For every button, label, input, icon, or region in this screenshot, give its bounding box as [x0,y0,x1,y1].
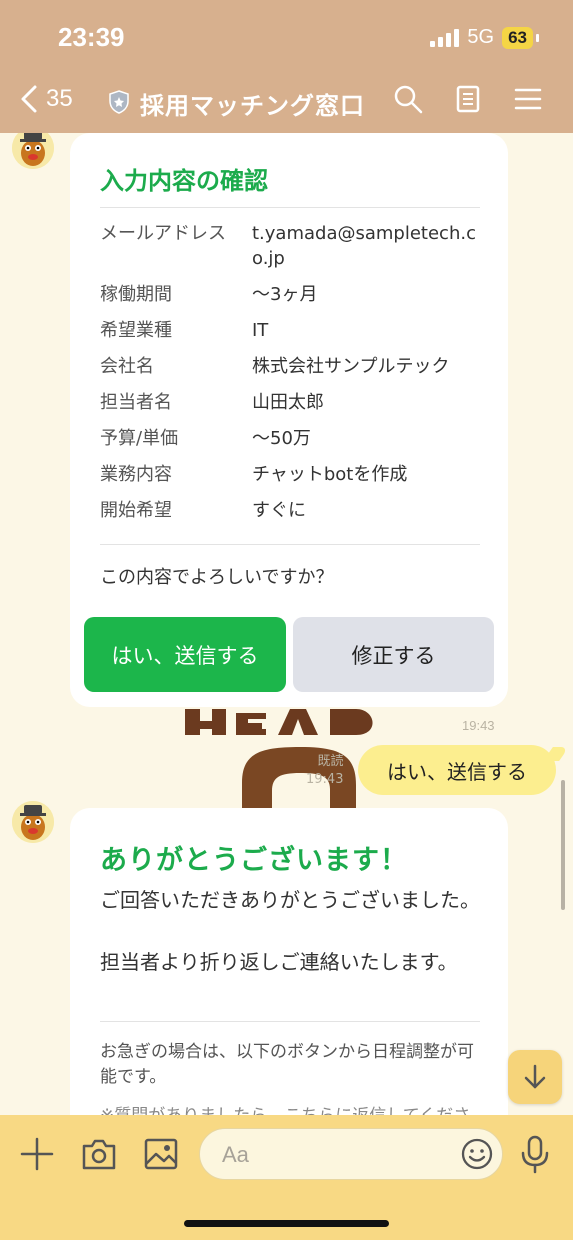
mic-icon[interactable] [518,1134,552,1174]
message-input-box[interactable] [199,1128,503,1180]
row-label: 会社名 [100,356,154,377]
row-value: IT [252,320,269,341]
row-task: 業務内容 チャットbotを作成 [100,462,480,487]
sticker-time: 19:43 [462,718,495,733]
plus-icon[interactable] [18,1136,56,1172]
status-time: 23:39 [58,22,125,52]
row-label: 担当者名 [100,392,172,413]
chat-name: 採用マッチング窓口 [140,92,365,120]
my-message-bubble[interactable]: はい、送信する [358,745,556,795]
status-indicators: 5G 63 [430,26,539,49]
shield-icon [108,89,130,118]
message-input[interactable] [220,1139,444,1171]
row-company: 会社名 株式会社サンプルテック [100,354,480,379]
row-value: すぐに [252,500,306,521]
confirm-card: 入力内容の確認 メールアドレス t.yamada@sampletech.co.jp… [70,133,508,707]
confirm-rows: メールアドレス t.yamada@sampletech.co.jp 稼働期間 〜3ヶ… [100,221,480,523]
row-industry: 希望業種 IT [100,318,480,343]
row-value: 株式会社サンプルテック [252,356,450,377]
thanks-title: ありがとうございます！ [100,845,408,876]
back-chevron-icon [21,85,37,113]
top-bar: 23:39 5G 63 35 採用マッチング窓口 [0,0,573,133]
row-value: t.yamada@sampletech.co.jp [252,223,476,269]
input-actions [18,1136,180,1172]
scrollbar[interactable] [561,780,565,910]
network-type: 5G [467,26,495,48]
divider [100,207,480,208]
divider [100,544,480,545]
row-label: 希望業種 [100,320,172,341]
read-receipt: 既読 19:43 [306,753,343,789]
battery-tip [536,33,539,42]
arrow-down-icon [524,1064,546,1089]
thanks-line1: ご回答いただきありがとうございました。 [100,888,480,912]
row-budget: 予算/単価 〜50万 [100,426,480,451]
row-label: 業務内容 [100,464,172,485]
chat-title[interactable]: 採用マッチング窓口 [108,86,365,121]
header-actions [393,84,543,114]
message-time: 19:43 [306,772,344,787]
row-value: チャットbotを作成 [252,464,408,485]
battery-icon: 63 [502,26,533,49]
row-email: メールアドレス t.yamada@sampletech.co.jp [100,221,480,271]
bot-avatar[interactable] [12,801,54,843]
row-label: メールアドレス [100,223,226,244]
scroll-to-bottom-button[interactable] [508,1050,562,1104]
chat-area[interactable]: 入力内容の確認 メールアドレス t.yamada@sampletech.co.jp… [0,133,573,1115]
signal-icon [430,28,460,47]
mascot-avatar-icon [12,133,54,169]
unread-count: 35 [46,85,73,112]
row-contact: 担当者名 山田太郎 [100,390,480,415]
edit-button[interactable]: 修正する [293,617,494,692]
row-label: 開始希望 [100,500,172,521]
home-indicator[interactable] [184,1220,389,1227]
row-value: 〜50万 [252,428,311,449]
mascot-avatar-icon [12,801,54,843]
chat-header: 35 採用マッチング窓口 [0,78,573,126]
thanks-card: ありがとうございます！ ご回答いただきありがとうございました。 担当者より折り返… [70,808,508,1115]
search-icon[interactable] [393,84,423,114]
back-button[interactable]: 35 [18,84,73,114]
confirm-yes-button[interactable]: はい、送信する [84,617,286,692]
confirm-question: この内容でよろしいですか？ [100,567,334,588]
row-value: 山田太郎 [252,392,324,413]
row-period: 稼働期間 〜3ヶ月 [100,282,480,307]
divider [100,1021,480,1022]
notes-icon[interactable] [453,84,483,114]
row-value: 〜3ヶ月 [252,284,318,305]
emoji-icon[interactable] [460,1137,494,1171]
read-label: 既読 [317,754,344,769]
row-label: 稼働期間 [100,284,172,305]
menu-icon[interactable] [513,84,543,114]
confirm-title: 入力内容の確認 [100,167,268,195]
camera-icon[interactable] [80,1136,118,1172]
bot-avatar[interactable] [12,133,54,169]
row-label: 予算/単価 [100,428,179,449]
thanks-line2: 担当者より折り返しご連絡いたします。 [100,950,458,974]
reply-note: ※質問がありましたら、こちらに返信してください [100,1104,480,1115]
row-start: 開始希望 すぐに [100,498,480,523]
image-icon[interactable] [142,1136,180,1172]
urgent-note: お急ぎの場合は、以下のボタンから日程調整が可能です。 [100,1042,474,1087]
